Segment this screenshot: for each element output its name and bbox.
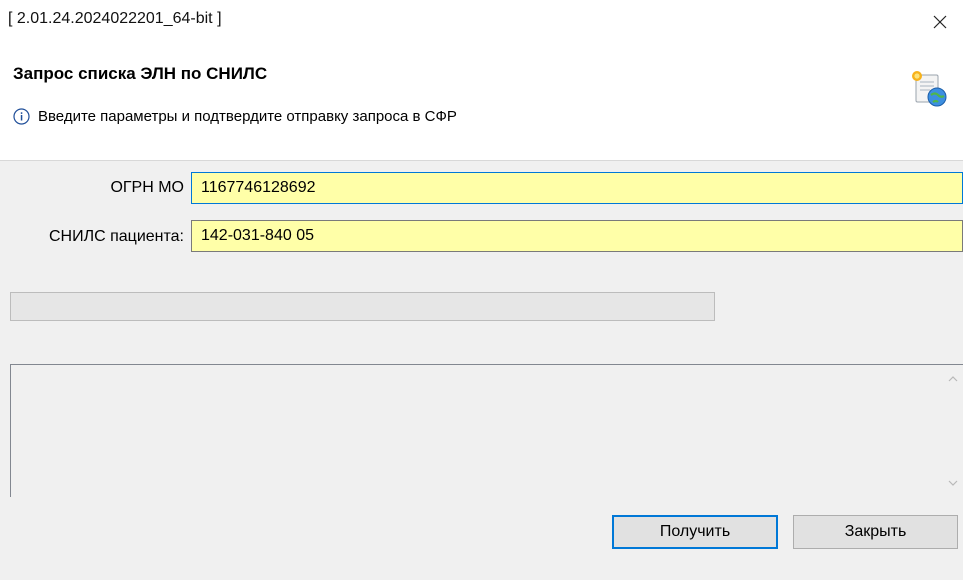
- ogrn-input[interactable]: [191, 172, 963, 204]
- dialog-window: [ 2.01.24.2024022201_64-bit ] Запрос спи…: [0, 0, 963, 580]
- get-button[interactable]: Получить: [612, 515, 778, 549]
- form-area: ОГРН МО СНИЛС пациента: Получить Закрыть: [0, 161, 963, 580]
- log-textarea[interactable]: [10, 364, 963, 497]
- info-message: Введите параметры и подтвердите отправку…: [13, 108, 457, 125]
- title-bar: [ 2.01.24.2024022201_64-bit ]: [0, 0, 963, 44]
- document-globe-icon: [909, 68, 949, 108]
- snils-input[interactable]: [191, 220, 963, 252]
- dialog-title: Запрос списка ЭЛН по СНИЛС: [13, 64, 268, 83]
- log-scrollbar[interactable]: [943, 365, 963, 497]
- progress-bar: [10, 292, 715, 321]
- snils-label: СНИЛС пациента:: [49, 228, 184, 245]
- dialog-header: Запрос списка ЭЛН по СНИЛС Введите парам…: [0, 44, 963, 161]
- close-window-button[interactable]: [917, 0, 963, 44]
- window-title: [ 2.01.24.2024022201_64-bit ]: [8, 10, 222, 27]
- close-icon: [933, 15, 947, 29]
- close-button[interactable]: Закрыть: [793, 515, 958, 549]
- info-icon: [13, 108, 30, 125]
- scroll-up-arrow-icon[interactable]: [947, 373, 959, 385]
- info-text: Введите параметры и подтвердите отправку…: [38, 108, 457, 125]
- scroll-down-arrow-icon[interactable]: [947, 477, 959, 489]
- ogrn-label: ОГРН МО: [110, 179, 184, 196]
